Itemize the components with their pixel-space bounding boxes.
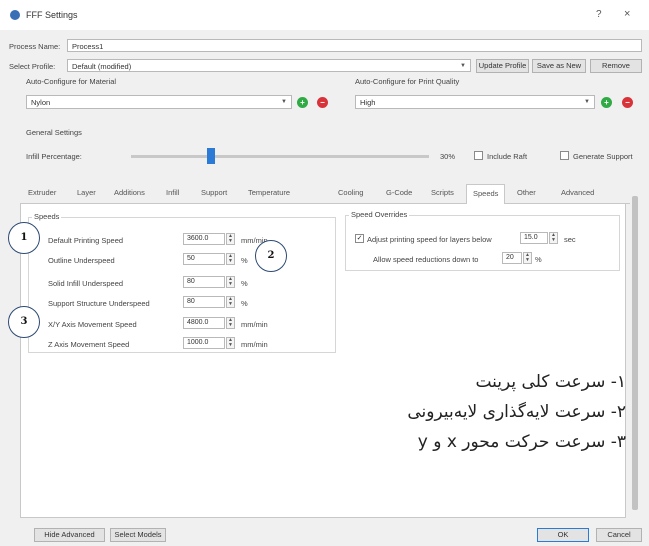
- hide-advanced-button[interactable]: Hide Advanced: [34, 528, 105, 542]
- process-name-input[interactable]: Process1: [67, 39, 642, 52]
- include-raft-label: Include Raft: [487, 152, 528, 161]
- add-material-icon[interactable]: +: [297, 97, 308, 108]
- chevron-down-icon: ▼: [584, 99, 590, 105]
- adjust-speed-input[interactable]: 15.0: [520, 232, 548, 244]
- spin-arrows-icon[interactable]: ▲ ▼: [226, 296, 235, 308]
- outline-underspeed-input[interactable]: 50: [183, 253, 225, 265]
- tab-extruder[interactable]: Extruder: [28, 188, 56, 197]
- tab-support[interactable]: Support: [201, 188, 227, 197]
- profile-select[interactable]: Default (modified): [67, 59, 471, 72]
- adjust-speed-checkbox[interactable]: ✓: [355, 234, 364, 243]
- tab-gcode[interactable]: G-Code: [386, 188, 412, 197]
- infill-slider[interactable]: [131, 155, 429, 158]
- outline-underspeed-label: Outline Underspeed: [48, 256, 115, 265]
- generate-support-checkbox[interactable]: [560, 151, 569, 160]
- update-profile-button[interactable]: Update Profile: [476, 59, 529, 73]
- solid-infill-underspeed-input[interactable]: 80: [183, 276, 225, 288]
- add-quality-icon[interactable]: +: [601, 97, 612, 108]
- ok-button[interactable]: OK: [537, 528, 589, 542]
- quality-select[interactable]: High: [355, 95, 595, 109]
- callout-2: 2: [255, 240, 287, 272]
- support-structure-underspeed-input[interactable]: 80: [183, 296, 225, 308]
- speeds-legend: Speeds: [32, 212, 62, 221]
- outline-underspeed-unit: %: [241, 256, 248, 265]
- chevron-down-icon: ▼: [281, 99, 287, 105]
- scrollbar-thumb[interactable]: [632, 196, 638, 510]
- adjust-speed-label: Adjust printing speed for layers below: [367, 235, 492, 244]
- select-profile-label: Select Profile:: [9, 62, 56, 71]
- tab-other[interactable]: Other: [517, 188, 536, 197]
- chevron-down-icon: ▼: [460, 63, 466, 69]
- callout-3: 3: [8, 306, 40, 338]
- default-printing-speed-label: Default Printing Speed: [48, 236, 124, 245]
- z-axis-movement-speed-label: Z Axis Movement Speed: [48, 340, 130, 349]
- spin-arrows-icon[interactable]: ▲ ▼: [226, 233, 235, 245]
- tab-additions[interactable]: Additions: [114, 188, 145, 197]
- title-bar: [0, 0, 649, 30]
- process-name-label: Process Name:: [9, 42, 61, 51]
- tab-temperature[interactable]: Temperature: [248, 188, 290, 197]
- cancel-button[interactable]: Cancel: [596, 528, 642, 542]
- support-structure-underspeed-label: Support Structure Underspeed: [48, 299, 150, 308]
- solid-infill-underspeed-unit: %: [241, 279, 248, 288]
- material-label: Auto-Configure for Material: [26, 77, 117, 86]
- tab-speeds[interactable]: Speeds: [466, 184, 506, 205]
- include-raft-checkbox[interactable]: [474, 151, 483, 160]
- z-axis-movement-speed-input[interactable]: 1000.0: [183, 337, 225, 349]
- tab-cooling[interactable]: Cooling: [338, 188, 363, 197]
- spin-arrows-icon[interactable]: ▲ ▼: [226, 253, 235, 265]
- tab-infill[interactable]: Infill: [166, 188, 179, 197]
- remove-quality-icon[interactable]: −: [622, 97, 633, 108]
- help-button[interactable]: ?: [596, 9, 602, 20]
- generate-support-label: Generate Support: [573, 152, 633, 161]
- solid-infill-underspeed-label: Solid Infill Underspeed: [48, 279, 124, 288]
- adjust-speed-unit: sec: [564, 235, 576, 244]
- spin-arrows-icon[interactable]: ▲ ▼: [226, 317, 235, 329]
- save-as-new-button[interactable]: Save as New: [532, 59, 586, 73]
- callout-1: 1: [8, 222, 40, 254]
- tab-advanced[interactable]: Advanced: [561, 188, 594, 197]
- xy-axis-movement-speed-input[interactable]: 4800.0: [183, 317, 225, 329]
- general-settings-label: General Settings: [26, 128, 82, 137]
- note-2: ۲- سرعت لایه‌گذاری لایه‌بیرونی: [407, 402, 626, 422]
- infill-percentage-label: Infill Percentage:: [26, 152, 82, 161]
- speed-overrides-legend: Speed Overrides: [349, 210, 410, 219]
- remove-profile-button[interactable]: Remove: [590, 59, 642, 73]
- remove-material-icon[interactable]: −: [317, 97, 328, 108]
- window-title: FFF Settings: [26, 10, 78, 20]
- quality-label: Auto-Configure for Print Quality: [355, 77, 460, 86]
- xy-axis-movement-speed-label: X/Y Axis Movement Speed: [48, 320, 137, 329]
- material-select[interactable]: Nylon: [26, 95, 292, 109]
- app-icon: [10, 10, 20, 20]
- settings-tabs: Extruder Layer Additions Infill Support …: [20, 184, 630, 205]
- z-axis-movement-speed-unit: mm/min: [241, 340, 268, 349]
- note-3: ۳- سرعت حرکت محور x و y: [417, 432, 626, 452]
- tab-scripts[interactable]: Scripts: [431, 188, 454, 197]
- default-printing-speed-input[interactable]: 3600.0: [183, 233, 225, 245]
- infill-slider-handle[interactable]: [207, 148, 215, 164]
- support-structure-underspeed-unit: %: [241, 299, 248, 308]
- spin-arrows-icon[interactable]: ▲ ▼: [523, 252, 532, 264]
- select-models-button[interactable]: Select Models: [110, 528, 166, 542]
- xy-axis-movement-speed-unit: mm/min: [241, 320, 268, 329]
- spin-arrows-icon[interactable]: ▲ ▼: [226, 337, 235, 349]
- allow-reductions-unit: %: [535, 255, 542, 264]
- note-1: ۱- سرعت کلی پرینت: [475, 372, 626, 392]
- infill-value: 30%: [440, 152, 456, 161]
- spin-arrows-icon[interactable]: ▲ ▼: [226, 276, 235, 288]
- allow-reductions-input[interactable]: 20: [502, 252, 522, 264]
- close-icon[interactable]: ×: [624, 8, 630, 20]
- allow-reductions-label: Allow speed reductions down to: [373, 255, 479, 264]
- tab-layer[interactable]: Layer: [77, 188, 96, 197]
- spin-arrows-icon[interactable]: ▲ ▼: [549, 232, 558, 244]
